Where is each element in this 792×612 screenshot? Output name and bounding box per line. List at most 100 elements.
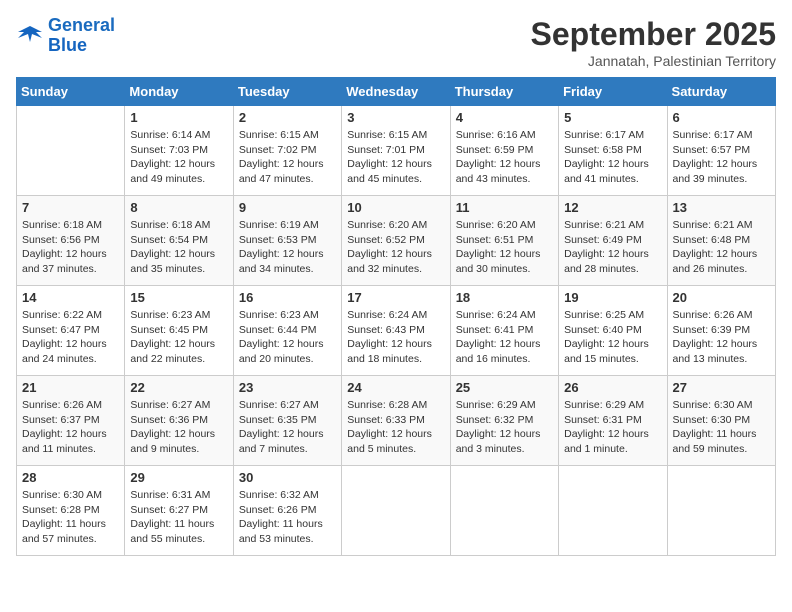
calendar-day-cell: 9 Sunrise: 6:19 AMSunset: 6:53 PMDayligh… xyxy=(233,196,341,286)
calendar-day-cell: 20 Sunrise: 6:26 AMSunset: 6:39 PMDaylig… xyxy=(667,286,775,376)
day-info: Sunrise: 6:16 AMSunset: 6:59 PMDaylight:… xyxy=(456,128,553,187)
day-number: 26 xyxy=(564,380,661,395)
calendar-day-cell: 23 Sunrise: 6:27 AMSunset: 6:35 PMDaylig… xyxy=(233,376,341,466)
calendar-day-cell: 5 Sunrise: 6:17 AMSunset: 6:58 PMDayligh… xyxy=(559,106,667,196)
day-info: Sunrise: 6:15 AMSunset: 7:02 PMDaylight:… xyxy=(239,128,336,187)
day-number: 29 xyxy=(130,470,227,485)
calendar-day-cell: 14 Sunrise: 6:22 AMSunset: 6:47 PMDaylig… xyxy=(17,286,125,376)
calendar-day-cell: 24 Sunrise: 6:28 AMSunset: 6:33 PMDaylig… xyxy=(342,376,450,466)
calendar-day-cell xyxy=(17,106,125,196)
day-number: 12 xyxy=(564,200,661,215)
logo-text: General Blue xyxy=(48,16,115,56)
logo: General Blue xyxy=(16,16,115,56)
day-info: Sunrise: 6:28 AMSunset: 6:33 PMDaylight:… xyxy=(347,398,444,457)
day-info: Sunrise: 6:24 AMSunset: 6:43 PMDaylight:… xyxy=(347,308,444,367)
day-info: Sunrise: 6:18 AMSunset: 6:56 PMDaylight:… xyxy=(22,218,119,277)
calendar-day-cell xyxy=(559,466,667,556)
header-wednesday: Wednesday xyxy=(342,78,450,106)
day-number: 22 xyxy=(130,380,227,395)
calendar-day-cell: 11 Sunrise: 6:20 AMSunset: 6:51 PMDaylig… xyxy=(450,196,558,286)
calendar-day-cell: 6 Sunrise: 6:17 AMSunset: 6:57 PMDayligh… xyxy=(667,106,775,196)
day-info: Sunrise: 6:26 AMSunset: 6:39 PMDaylight:… xyxy=(673,308,770,367)
calendar-day-cell: 3 Sunrise: 6:15 AMSunset: 7:01 PMDayligh… xyxy=(342,106,450,196)
calendar-week-row: 14 Sunrise: 6:22 AMSunset: 6:47 PMDaylig… xyxy=(17,286,776,376)
calendar-day-cell: 12 Sunrise: 6:21 AMSunset: 6:49 PMDaylig… xyxy=(559,196,667,286)
calendar-day-cell: 28 Sunrise: 6:30 AMSunset: 6:28 PMDaylig… xyxy=(17,466,125,556)
calendar-day-cell: 29 Sunrise: 6:31 AMSunset: 6:27 PMDaylig… xyxy=(125,466,233,556)
logo-general: General xyxy=(48,15,115,35)
calendar-day-cell: 27 Sunrise: 6:30 AMSunset: 6:30 PMDaylig… xyxy=(667,376,775,466)
month-title: September 2025 xyxy=(531,16,776,53)
day-info: Sunrise: 6:25 AMSunset: 6:40 PMDaylight:… xyxy=(564,308,661,367)
day-info: Sunrise: 6:23 AMSunset: 6:44 PMDaylight:… xyxy=(239,308,336,367)
day-number: 18 xyxy=(456,290,553,305)
logo-bird-icon xyxy=(16,22,44,50)
day-info: Sunrise: 6:20 AMSunset: 6:52 PMDaylight:… xyxy=(347,218,444,277)
day-info: Sunrise: 6:31 AMSunset: 6:27 PMDaylight:… xyxy=(130,488,227,547)
day-number: 21 xyxy=(22,380,119,395)
day-info: Sunrise: 6:17 AMSunset: 6:57 PMDaylight:… xyxy=(673,128,770,187)
day-info: Sunrise: 6:30 AMSunset: 6:30 PMDaylight:… xyxy=(673,398,770,457)
calendar-day-cell: 15 Sunrise: 6:23 AMSunset: 6:45 PMDaylig… xyxy=(125,286,233,376)
day-number: 13 xyxy=(673,200,770,215)
day-number: 28 xyxy=(22,470,119,485)
day-number: 11 xyxy=(456,200,553,215)
day-info: Sunrise: 6:32 AMSunset: 6:26 PMDaylight:… xyxy=(239,488,336,547)
calendar-week-row: 28 Sunrise: 6:30 AMSunset: 6:28 PMDaylig… xyxy=(17,466,776,556)
day-info: Sunrise: 6:20 AMSunset: 6:51 PMDaylight:… xyxy=(456,218,553,277)
day-info: Sunrise: 6:27 AMSunset: 6:35 PMDaylight:… xyxy=(239,398,336,457)
day-number: 15 xyxy=(130,290,227,305)
location-subtitle: Jannatah, Palestinian Territory xyxy=(531,53,776,69)
calendar-day-cell: 13 Sunrise: 6:21 AMSunset: 6:48 PMDaylig… xyxy=(667,196,775,286)
logo-blue: Blue xyxy=(48,35,87,55)
day-number: 19 xyxy=(564,290,661,305)
calendar-table: Sunday Monday Tuesday Wednesday Thursday… xyxy=(16,77,776,556)
calendar-day-cell: 2 Sunrise: 6:15 AMSunset: 7:02 PMDayligh… xyxy=(233,106,341,196)
day-number: 5 xyxy=(564,110,661,125)
header-tuesday: Tuesday xyxy=(233,78,341,106)
day-info: Sunrise: 6:26 AMSunset: 6:37 PMDaylight:… xyxy=(22,398,119,457)
day-info: Sunrise: 6:23 AMSunset: 6:45 PMDaylight:… xyxy=(130,308,227,367)
calendar-day-cell: 8 Sunrise: 6:18 AMSunset: 6:54 PMDayligh… xyxy=(125,196,233,286)
calendar-week-row: 1 Sunrise: 6:14 AMSunset: 7:03 PMDayligh… xyxy=(17,106,776,196)
calendar-day-cell: 26 Sunrise: 6:29 AMSunset: 6:31 PMDaylig… xyxy=(559,376,667,466)
day-info: Sunrise: 6:29 AMSunset: 6:32 PMDaylight:… xyxy=(456,398,553,457)
calendar-day-cell: 4 Sunrise: 6:16 AMSunset: 6:59 PMDayligh… xyxy=(450,106,558,196)
calendar-day-cell: 18 Sunrise: 6:24 AMSunset: 6:41 PMDaylig… xyxy=(450,286,558,376)
day-info: Sunrise: 6:21 AMSunset: 6:49 PMDaylight:… xyxy=(564,218,661,277)
day-info: Sunrise: 6:27 AMSunset: 6:36 PMDaylight:… xyxy=(130,398,227,457)
header-thursday: Thursday xyxy=(450,78,558,106)
day-info: Sunrise: 6:14 AMSunset: 7:03 PMDaylight:… xyxy=(130,128,227,187)
day-number: 25 xyxy=(456,380,553,395)
day-info: Sunrise: 6:24 AMSunset: 6:41 PMDaylight:… xyxy=(456,308,553,367)
day-number: 16 xyxy=(239,290,336,305)
day-number: 17 xyxy=(347,290,444,305)
day-info: Sunrise: 6:29 AMSunset: 6:31 PMDaylight:… xyxy=(564,398,661,457)
day-number: 23 xyxy=(239,380,336,395)
calendar-day-cell: 21 Sunrise: 6:26 AMSunset: 6:37 PMDaylig… xyxy=(17,376,125,466)
calendar-day-cell: 1 Sunrise: 6:14 AMSunset: 7:03 PMDayligh… xyxy=(125,106,233,196)
calendar-day-cell: 17 Sunrise: 6:24 AMSunset: 6:43 PMDaylig… xyxy=(342,286,450,376)
calendar-day-cell: 30 Sunrise: 6:32 AMSunset: 6:26 PMDaylig… xyxy=(233,466,341,556)
day-number: 30 xyxy=(239,470,336,485)
day-info: Sunrise: 6:30 AMSunset: 6:28 PMDaylight:… xyxy=(22,488,119,547)
calendar-day-cell: 16 Sunrise: 6:23 AMSunset: 6:44 PMDaylig… xyxy=(233,286,341,376)
day-info: Sunrise: 6:22 AMSunset: 6:47 PMDaylight:… xyxy=(22,308,119,367)
day-number: 27 xyxy=(673,380,770,395)
calendar-day-cell: 7 Sunrise: 6:18 AMSunset: 6:56 PMDayligh… xyxy=(17,196,125,286)
day-number: 8 xyxy=(130,200,227,215)
header-friday: Friday xyxy=(559,78,667,106)
day-info: Sunrise: 6:15 AMSunset: 7:01 PMDaylight:… xyxy=(347,128,444,187)
calendar-day-cell: 19 Sunrise: 6:25 AMSunset: 6:40 PMDaylig… xyxy=(559,286,667,376)
day-info: Sunrise: 6:17 AMSunset: 6:58 PMDaylight:… xyxy=(564,128,661,187)
day-info: Sunrise: 6:21 AMSunset: 6:48 PMDaylight:… xyxy=(673,218,770,277)
calendar-day-cell xyxy=(450,466,558,556)
day-number: 2 xyxy=(239,110,336,125)
day-number: 6 xyxy=(673,110,770,125)
day-number: 14 xyxy=(22,290,119,305)
day-number: 4 xyxy=(456,110,553,125)
header-monday: Monday xyxy=(125,78,233,106)
day-number: 10 xyxy=(347,200,444,215)
calendar-day-cell: 10 Sunrise: 6:20 AMSunset: 6:52 PMDaylig… xyxy=(342,196,450,286)
calendar-day-cell xyxy=(667,466,775,556)
